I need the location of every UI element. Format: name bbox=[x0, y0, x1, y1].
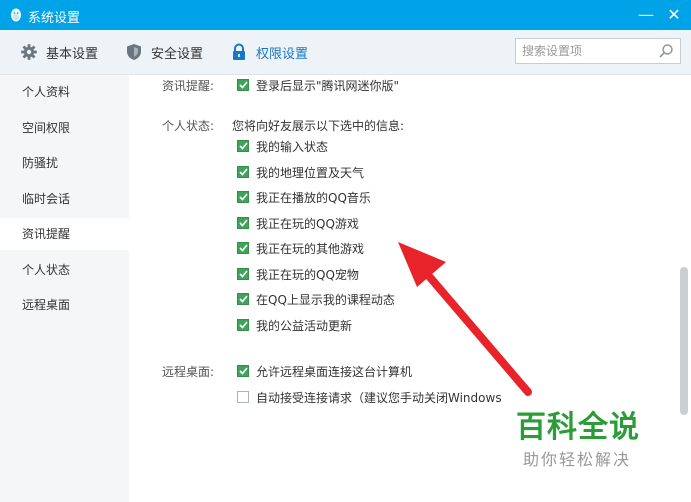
sidebar-item-anti-harassment[interactable]: 防骚扰 bbox=[0, 147, 129, 179]
status-option-row[interactable]: 我的输入状态 bbox=[237, 137, 328, 155]
checkbox[interactable] bbox=[237, 268, 249, 280]
news-section-label: 资讯提醒: bbox=[162, 79, 215, 93]
shield-icon bbox=[125, 43, 143, 61]
status-option-row[interactable]: 我正在玩的其他游戏 bbox=[237, 239, 364, 257]
status-section-label: 个人状态: bbox=[162, 119, 215, 133]
qq-penguin-icon bbox=[11, 8, 21, 22]
checkbox[interactable] bbox=[237, 319, 249, 331]
checkbox[interactable] bbox=[237, 242, 249, 254]
settings-toolbar: 基本设置 安全设置 权限设置 bbox=[0, 30, 691, 75]
checkbox[interactable] bbox=[237, 365, 249, 377]
minimize-button[interactable]: — bbox=[634, 4, 658, 26]
search-icon[interactable] bbox=[658, 43, 674, 59]
option-label: 我正在玩的其他游戏 bbox=[256, 241, 365, 256]
tab-permission-settings[interactable]: 权限设置 bbox=[230, 30, 308, 74]
option-label: 在QQ上显示我的课程动态 bbox=[256, 292, 395, 307]
status-option-row[interactable]: 我正在播放的QQ音乐 bbox=[237, 188, 371, 206]
option-label: 允许远程桌面连接这台计算机 bbox=[256, 364, 413, 379]
sidebar-item-personal-status[interactable]: 个人状态 bbox=[0, 254, 129, 286]
tab-label: 权限设置 bbox=[256, 46, 309, 62]
option-label: 我的公益活动更新 bbox=[256, 318, 353, 333]
status-description: 您将向好友展示以下选中的信息: bbox=[232, 119, 405, 133]
checkbox[interactable] bbox=[237, 140, 249, 152]
close-button[interactable]: ✕ bbox=[662, 4, 686, 26]
tab-label: 安全设置 bbox=[151, 46, 204, 62]
remote-option-row[interactable]: 允许远程桌面连接这台计算机 bbox=[237, 362, 412, 380]
lock-icon bbox=[230, 43, 248, 61]
option-label: 我的输入状态 bbox=[256, 139, 329, 154]
checkbox[interactable] bbox=[237, 217, 249, 229]
status-option-row[interactable]: 我的公益活动更新 bbox=[237, 316, 352, 334]
tab-basic-settings[interactable]: 基本设置 bbox=[20, 30, 98, 74]
gear-icon bbox=[20, 43, 38, 61]
tab-security-settings[interactable]: 安全设置 bbox=[125, 30, 203, 74]
tab-label: 基本设置 bbox=[46, 46, 99, 62]
option-label: 我正在玩的QQ游戏 bbox=[256, 216, 359, 231]
remote-option-row[interactable]: 自动接受连接请求（建议您手动关闭Windows bbox=[237, 388, 502, 406]
status-option-row[interactable]: 我的地理位置及天气 bbox=[237, 163, 364, 181]
settings-sidebar: 个人资料 空间权限 防骚扰 临时会话 资讯提醒 个人状态 远程桌面 bbox=[0, 75, 129, 502]
option-label: 自动接受连接请求（建议您手动关闭Windows bbox=[256, 390, 502, 405]
option-label: 我的地理位置及天气 bbox=[256, 165, 365, 180]
sidebar-item-news-alerts[interactable]: 资讯提醒 bbox=[0, 218, 129, 250]
sidebar-item-temp-session[interactable]: 临时会话 bbox=[0, 183, 129, 215]
watermark-title: 百科全说 bbox=[516, 410, 640, 445]
checkbox[interactable] bbox=[237, 166, 249, 178]
option-label: 登录后显示"腾讯网迷你版" bbox=[256, 78, 400, 93]
sidebar-item-profile[interactable]: 个人资料 bbox=[0, 76, 129, 108]
checkbox[interactable] bbox=[237, 391, 249, 403]
search-input[interactable] bbox=[522, 42, 652, 60]
settings-search-box[interactable] bbox=[515, 38, 681, 64]
remote-section-label: 远程桌面: bbox=[162, 365, 215, 379]
status-option-row[interactable]: 在QQ上显示我的课程动态 bbox=[237, 290, 395, 308]
option-label: 我正在播放的QQ音乐 bbox=[256, 190, 371, 205]
sidebar-item-remote-desktop[interactable]: 远程桌面 bbox=[0, 289, 129, 321]
watermark: 百科全说 助你轻松解决 bbox=[516, 410, 646, 470]
status-option-row[interactable]: 我正在玩的QQ宠物 bbox=[237, 265, 359, 283]
option-label: 我正在玩的QQ宠物 bbox=[256, 267, 359, 282]
content-scrollbar-thumb[interactable] bbox=[680, 267, 688, 415]
checkbox[interactable] bbox=[237, 191, 249, 203]
news-option-row[interactable]: 登录后显示"腾讯网迷你版" bbox=[237, 76, 399, 94]
checkbox[interactable] bbox=[237, 79, 249, 91]
sidebar-item-space-permissions[interactable]: 空间权限 bbox=[0, 112, 129, 144]
window-title: 系统设置 bbox=[28, 11, 81, 26]
title-bar: 系统设置 — ✕ bbox=[0, 0, 691, 30]
status-option-row[interactable]: 我正在玩的QQ游戏 bbox=[237, 214, 359, 232]
checkbox[interactable] bbox=[237, 293, 249, 305]
watermark-subtitle: 助你轻松解决 bbox=[523, 450, 632, 469]
